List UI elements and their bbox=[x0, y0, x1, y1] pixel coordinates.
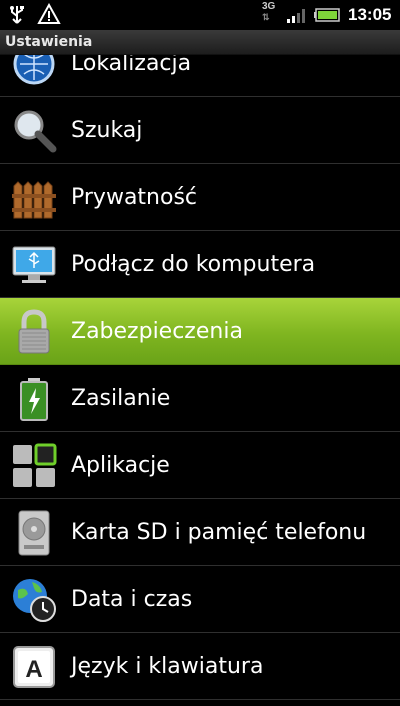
settings-item-label: Szukaj bbox=[71, 118, 143, 143]
storage-drive-icon bbox=[10, 509, 58, 557]
settings-item-connect-to-pc[interactable]: Podłącz do komputera bbox=[0, 231, 400, 298]
location-globe-icon bbox=[10, 55, 58, 88]
settings-item-security[interactable]: Zabezpieczenia bbox=[0, 298, 400, 365]
settings-item-location[interactable]: Lokalizacja bbox=[0, 55, 400, 97]
clock: 13:05 bbox=[348, 5, 392, 24]
settings-item-privacy[interactable]: Prywatność bbox=[0, 164, 400, 231]
network-type-label: 3G ⇅ bbox=[262, 1, 276, 23]
usb-icon bbox=[6, 4, 28, 31]
padlock-icon bbox=[10, 308, 58, 356]
apps-grid-icon bbox=[10, 442, 58, 490]
settings-item-storage[interactable]: Karta SD i pamięć telefonu bbox=[0, 499, 400, 566]
page-title: Ustawienia bbox=[5, 34, 93, 50]
settings-item-applications[interactable]: Aplikacje bbox=[0, 432, 400, 499]
globe-clock-icon bbox=[10, 576, 58, 624]
keyboard-key-icon: A bbox=[10, 643, 58, 691]
settings-list[interactable]: Lokalizacja Szukaj Prywatność Podłącz do… bbox=[0, 55, 400, 706]
settings-item-search[interactable]: Szukaj bbox=[0, 97, 400, 164]
settings-item-language-keyboard[interactable]: A Język i klawiatura bbox=[0, 633, 400, 700]
battery-icon bbox=[314, 7, 342, 28]
settings-item-label: Prywatność bbox=[71, 185, 198, 210]
settings-item-label: Język i klawiatura bbox=[71, 654, 264, 679]
title-bar: Ustawienia bbox=[0, 30, 400, 55]
settings-item-label: Zasilanie bbox=[71, 386, 171, 411]
settings-item-label: Aplikacje bbox=[71, 453, 170, 478]
svg-text:A: A bbox=[25, 656, 42, 683]
signal-icon bbox=[286, 6, 310, 29]
computer-usb-icon bbox=[10, 241, 58, 289]
settings-item-label: Zabezpieczenia bbox=[71, 319, 243, 344]
settings-item-power[interactable]: Zasilanie bbox=[0, 365, 400, 432]
warning-icon bbox=[37, 2, 61, 30]
settings-item-label: Data i czas bbox=[71, 587, 193, 612]
settings-item-date-time[interactable]: Data i czas bbox=[0, 566, 400, 633]
status-bar: 3G ⇅ 13:05 bbox=[0, 0, 400, 30]
settings-item-label: Lokalizacja bbox=[71, 55, 192, 76]
magnifier-icon bbox=[10, 107, 58, 155]
fence-icon bbox=[10, 174, 58, 222]
settings-item-label: Podłącz do komputera bbox=[71, 252, 316, 277]
battery-charge-icon bbox=[10, 375, 58, 423]
settings-item-label: Karta SD i pamięć telefonu bbox=[71, 520, 367, 545]
